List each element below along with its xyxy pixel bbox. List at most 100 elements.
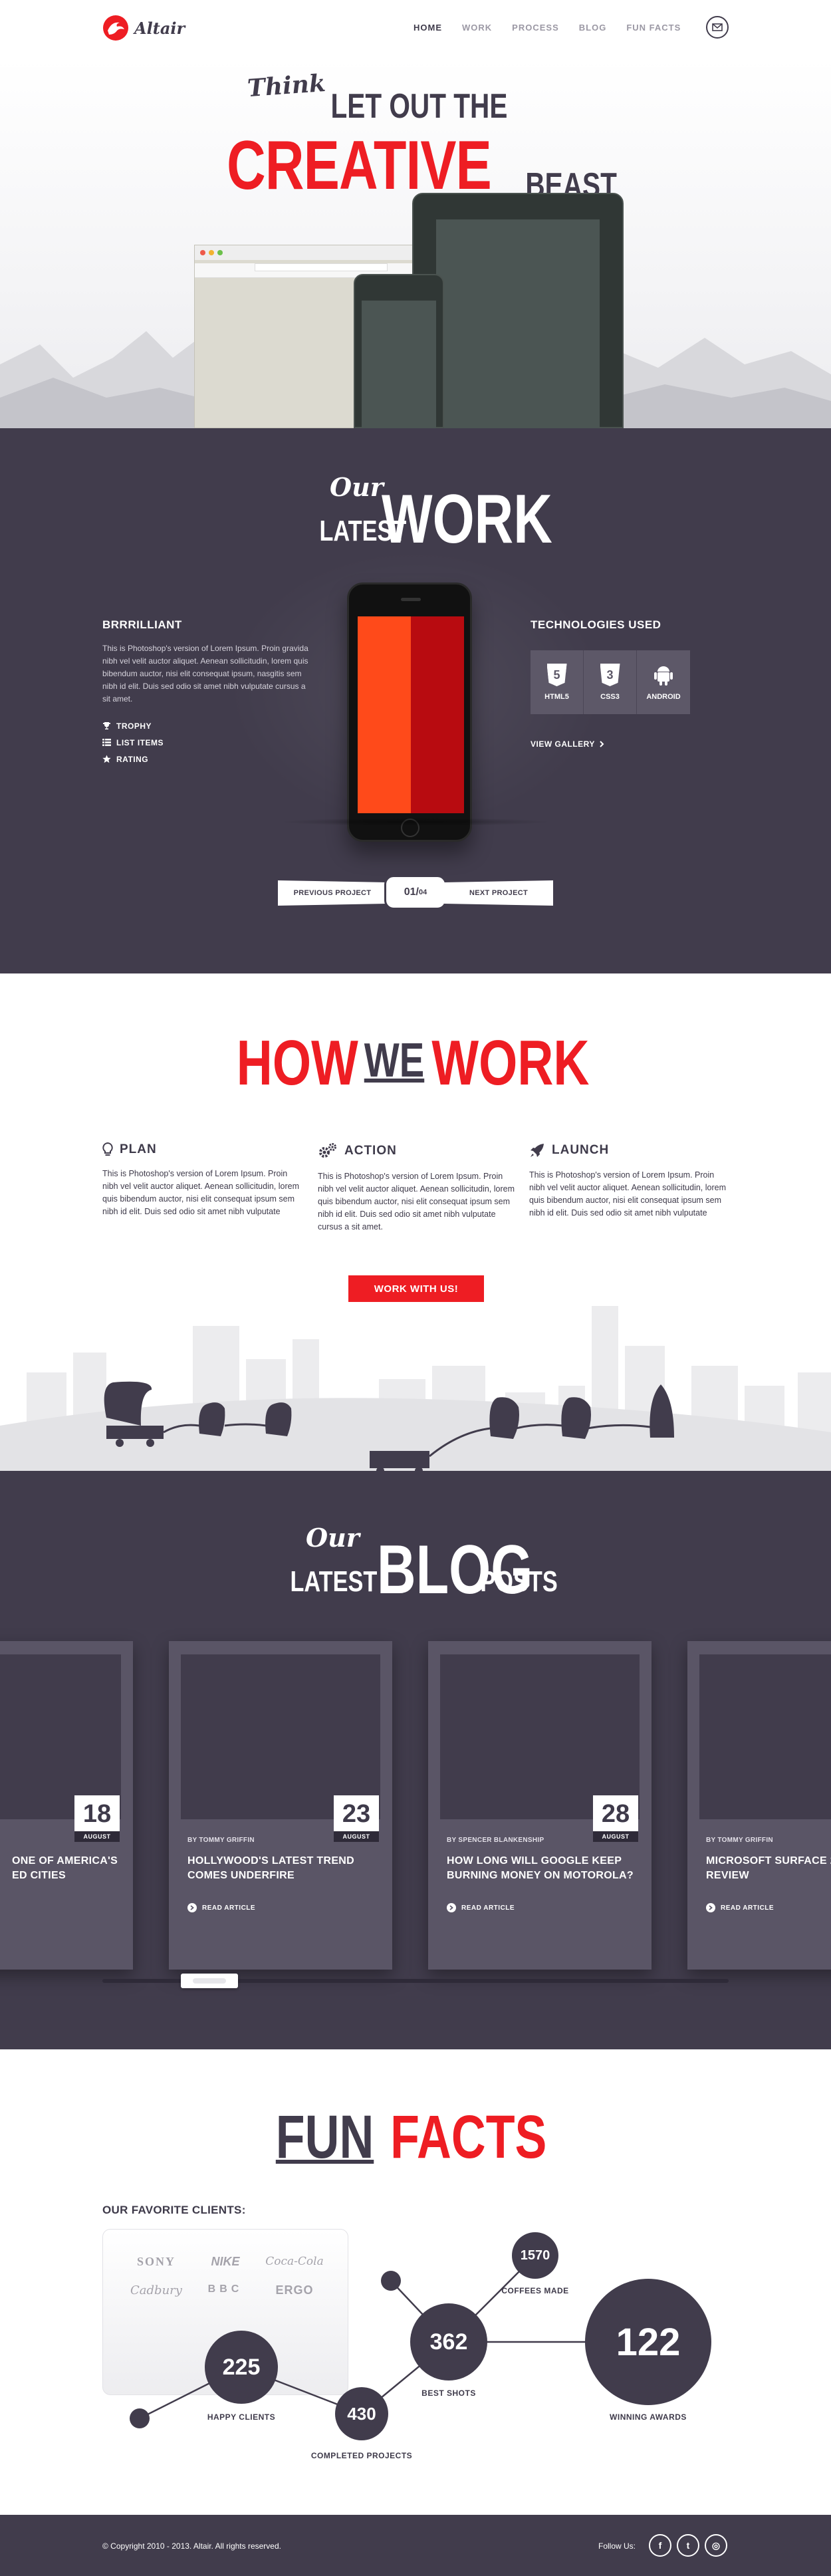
read-article-link[interactable]: READ ARTICLE <box>706 1903 774 1912</box>
read-article-label: READ ARTICLE <box>721 1904 774 1912</box>
blog-card[interactable]: BY TOMMY GRIFFIN MICROSOFT SURFACE 2 REVI… <box>687 1641 831 1970</box>
twitter-icon[interactable]: t <box>677 2534 699 2557</box>
stat-value: 362 <box>429 2329 468 2355</box>
step-action: ACTION This is Photoshop's version of Lo… <box>318 1142 517 1233</box>
footer: © Copyright 2010 - 2013. Altair. All rig… <box>0 2515 831 2576</box>
read-article-label: READ ARTICLE <box>461 1904 515 1912</box>
date-badge: 23 AUGUST <box>334 1795 379 1842</box>
brand-name: Altair <box>134 18 185 38</box>
blog-card-title: ONE OF AMERICA'S ED CITIES <box>0 1854 121 1883</box>
stat-value: 225 <box>222 2354 261 2380</box>
gears-icon <box>319 1143 336 1158</box>
blog-card-image <box>0 1654 121 1819</box>
next-project-label: NEXT PROJECT <box>469 889 528 897</box>
chevron-right-icon <box>600 741 604 747</box>
date-month: AUGUST <box>334 1831 379 1842</box>
facebook-icon[interactable]: f <box>649 2534 671 2557</box>
date-badge: 18 AUGUST <box>74 1795 120 1842</box>
title-line: MICROSOFT SURFACE 2 <box>706 1855 831 1867</box>
title-line: HOW LONG WILL GOOGLE KEEP <box>447 1855 622 1867</box>
project-phone <box>347 582 472 842</box>
stat-winning-awards: 122 <box>585 2279 711 2405</box>
follow-us-label: Follow Us: <box>598 2541 636 2551</box>
read-article-link[interactable]: READ ARTICLE <box>187 1903 255 1912</box>
phone-mockup <box>354 274 444 428</box>
blog-section: Our LATEST BLOG POSTS 18 AUGUST ONE OF AM… <box>0 1471 831 2049</box>
blog-card-title: HOW LONG WILL GOOGLE KEEP BURNING MONEY O… <box>447 1854 634 1883</box>
css3-icon: 3 <box>600 664 620 686</box>
blog-card[interactable]: 18 AUGUST ONE OF AMERICA'S ED CITIES <box>0 1641 133 1970</box>
blog-card-author: BY TOMMY GRIFFIN <box>187 1837 255 1844</box>
city-illustration <box>0 1306 831 1471</box>
step-text: This is Photoshop's version of Lorem Ips… <box>318 1172 515 1231</box>
feature-item: LIST ITEMS <box>102 734 322 751</box>
feature-label: LIST ITEMS <box>116 737 164 747</box>
tech-label: ANDROID <box>646 693 681 701</box>
brand-logo[interactable]: Altair <box>102 15 195 41</box>
blog-latest: LATEST <box>290 1565 378 1598</box>
title-line: HOLLYWOOD'S LATEST TREND <box>187 1855 355 1867</box>
step-plan: PLAN This is Photoshop's version of Lore… <box>102 1142 302 1218</box>
dribbble-icon[interactable]: ◎ <box>705 2534 727 2557</box>
work-heading: Our LATEST WORK <box>0 468 831 558</box>
nav-process[interactable]: PROCESS <box>512 23 559 33</box>
title-line: REVIEW <box>706 1870 749 1881</box>
feature-item: RATING <box>102 751 322 767</box>
android-icon <box>654 666 673 686</box>
read-article-link[interactable]: READ ARTICLE <box>447 1903 515 1912</box>
arrow-circle-icon <box>187 1903 197 1912</box>
top-navigation-bar: Altair HOME WORK PROCESS BLOG FUN FACTS <box>0 0 831 59</box>
work-our: Our <box>330 472 384 502</box>
nav-blog[interactable]: BLOG <box>579 23 607 33</box>
next-project-button[interactable]: NEXT PROJECT <box>444 880 553 906</box>
date-month: AUGUST <box>74 1831 120 1842</box>
blog-scrollbar-thumb[interactable] <box>181 1974 238 1988</box>
main-menu: HOME WORK PROCESS BLOG FUN FACTS <box>414 23 681 33</box>
previous-project-label: PREVIOUS PROJECT <box>293 889 372 897</box>
work-section: Our LATEST WORK BRRRILLIANT This is Phot… <box>0 428 831 973</box>
nav-home[interactable]: HOME <box>414 23 442 33</box>
nav-work[interactable]: WORK <box>462 23 492 33</box>
envelope-icon <box>712 23 723 31</box>
technologies: TECHNOLOGIES USED 5 HTML5 3 CSS3 ANDROID… <box>531 618 730 749</box>
previous-project-button[interactable]: PREVIOUS PROJECT <box>278 880 387 906</box>
step-title: ACTION <box>344 1144 397 1158</box>
stat-value: 1570 <box>520 2248 550 2263</box>
title-line: ONE OF AMERICA'S <box>12 1855 118 1867</box>
tech-item: 3 CSS3 <box>584 650 637 714</box>
blog-card-author: BY SPENCER BLANKENSHIP <box>447 1837 544 1844</box>
date-day: 23 <box>342 1800 371 1828</box>
html5-icon: 5 <box>546 664 567 686</box>
feature-label: TROPHY <box>116 721 152 731</box>
nav-fun-facts[interactable]: FUN FACTS <box>626 23 681 33</box>
title-line: COMES UNDERFIRE <box>187 1870 295 1881</box>
stat-value: 122 <box>616 2320 681 2364</box>
trophy-icon <box>103 722 110 729</box>
stat-label: BEST SHOTS <box>421 2388 476 2398</box>
feature-label: RATING <box>116 754 149 764</box>
project-description: This is Photoshop's version of Lorem Ips… <box>102 644 308 704</box>
read-article-label: READ ARTICLE <box>202 1904 256 1912</box>
blog-heading: Our LATEST BLOG POSTS <box>0 1523 831 1609</box>
project-features: TROPHY LIST ITEMS RATING <box>102 717 322 767</box>
tech-label: HTML5 <box>544 693 569 701</box>
title-line: BURNING MONEY ON MOTOROLA? <box>447 1870 634 1881</box>
stat-label: COMPLETED PROJECTS <box>310 2451 413 2460</box>
date-day: 18 <box>82 1800 112 1828</box>
work-word: WORK <box>431 1027 590 1098</box>
how-we-work-section: HOW WE WORK PLAN This is Photoshop's ver… <box>0 973 831 1471</box>
list-icon <box>102 739 111 746</box>
blog-card[interactable]: 23 AUGUST BY TOMMY GRIFFIN HOLLYWOOD'S LA… <box>169 1641 392 1970</box>
hero-section: Think LET OUT THE CREATIVE BEAST <box>0 59 831 428</box>
view-gallery-link[interactable]: VIEW GALLERY <box>531 739 730 749</box>
feature-item: TROPHY <box>102 717 322 734</box>
title-line: ED CITIES <box>12 1870 66 1881</box>
tech-list: 5 HTML5 3 CSS3 ANDROID <box>531 650 730 714</box>
how-word: HOW <box>237 1027 359 1098</box>
mail-button[interactable] <box>706 16 729 39</box>
blog-card-title: MICROSOFT SURFACE 2 REVIEW <box>706 1854 831 1883</box>
blog-card[interactable]: 28 AUGUST BY SPENCER BLANKENSHIP HOW LONG… <box>428 1641 652 1970</box>
phone-shadow <box>279 818 552 826</box>
arrow-circle-icon <box>447 1903 456 1912</box>
step-title: PLAN <box>120 1142 157 1156</box>
